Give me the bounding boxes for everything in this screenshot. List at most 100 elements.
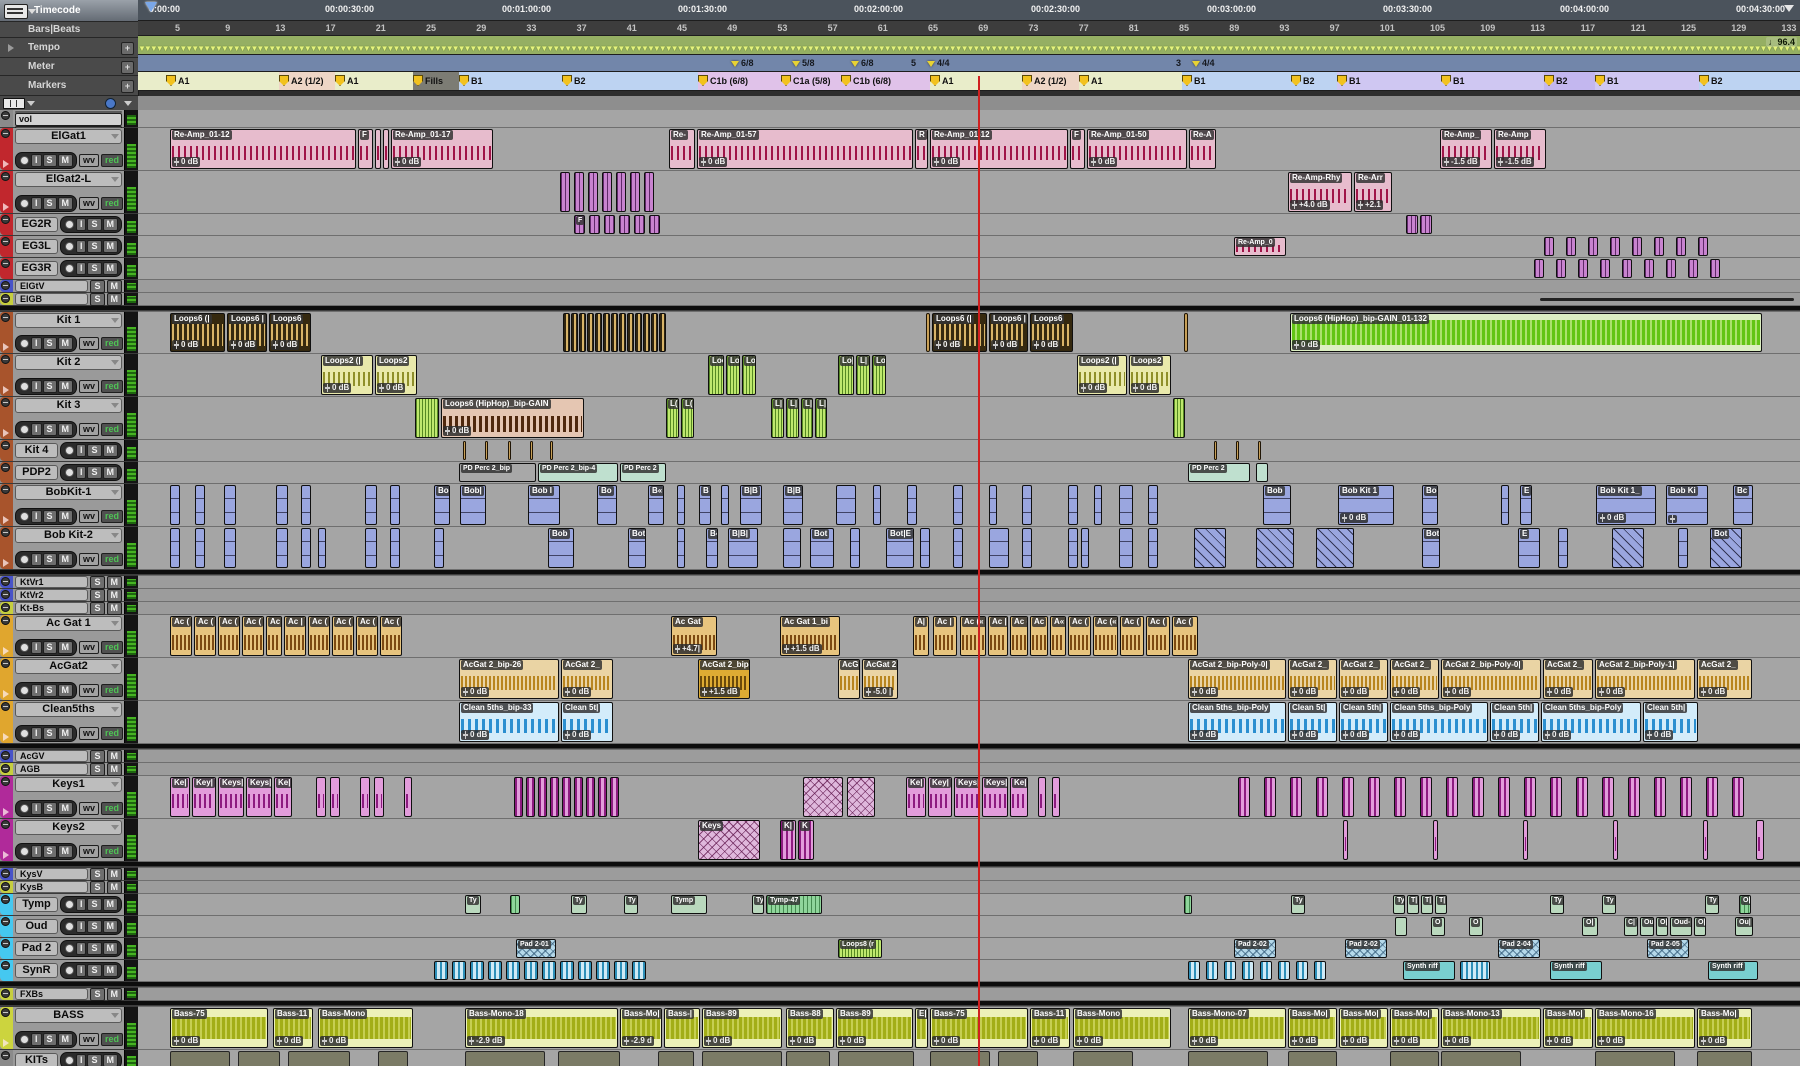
track-name[interactable]: EG3R [15,261,58,276]
track-color-strip[interactable] [0,312,13,353]
track-color-strip[interactable] [0,750,13,762]
clip-oud[interactable]: Oud-| [1670,917,1692,936]
record-enable-button[interactable] [20,847,29,856]
clip[interactable] [1206,961,1218,980]
solo-button[interactable]: S [43,641,57,654]
clip-ac[interactable]: Ac | [933,616,957,656]
clip[interactable] [330,777,340,817]
input-monitor-button[interactable]: I [31,553,42,566]
clip-ty[interactable]: Ty [624,895,638,914]
clip-acgat2[interactable]: AcGat 2_0 dB [1543,659,1593,699]
lane-oud[interactable]: OOO|C|Ou|O|Oud-|O|Ou| [138,916,1800,937]
track-collapse-icon[interactable] [1,939,10,948]
input-monitor-button[interactable]: I [31,684,42,697]
clip[interactable] [1703,820,1708,860]
clip[interactable] [1595,1051,1675,1066]
clip[interactable] [1342,777,1354,817]
lane-clean5ths[interactable]: Clean 5ths_bip-330 dBClean 5t|0 dBClean … [138,701,1800,743]
solo-button[interactable]: S [87,942,101,955]
lane-bass[interactable]: Bass-750 dBBass-110 dBBass-Mono0 dBBass-… [138,1007,1800,1049]
input-monitor-button[interactable]: I [31,337,42,350]
clip-ac[interactable]: Ac ( [380,616,402,656]
solo-button[interactable]: S [90,576,104,589]
clip[interactable] [598,777,607,817]
solo-button[interactable]: S [90,763,104,776]
solo-button[interactable]: S [87,240,101,253]
clip[interactable] [563,313,570,352]
chevron-down-icon[interactable] [28,9,36,14]
clip-bobki[interactable]: Bob Ki [1666,485,1708,525]
clip[interactable] [930,1051,990,1066]
clip[interactable] [1654,777,1666,817]
clip[interactable] [595,313,602,352]
clip[interactable] [550,777,559,817]
clip[interactable] [170,528,180,568]
marker-b1[interactable]: B1 [459,75,483,86]
marker-a1[interactable]: A1 [166,75,190,86]
meter-event[interactable]: 6/8 [731,58,754,68]
record-enable-button[interactable] [20,686,29,695]
solo-button[interactable]: S [87,444,101,457]
clip[interactable] [630,172,640,212]
clip-k[interactable]: K| [780,820,796,860]
clip-bass88[interactable]: Bass-880 dB [786,1008,834,1048]
mute-button[interactable]: M [107,988,123,1001]
clip-acg[interactable]: AcG| [838,659,860,699]
track-color-strip[interactable] [0,938,13,959]
clip-ty[interactable]: Ty [1291,895,1305,914]
lane-mmb[interactable] [138,110,1800,127]
automation-read-button[interactable]: red [101,197,123,210]
clip[interactable] [1666,259,1676,278]
marker-b2[interactable]: B2 [1544,75,1568,86]
clip-loops2[interactable]: Loops20 dB [1129,355,1171,395]
marker-b1[interactable]: B1 [1182,75,1206,86]
clip-acgat2bip26[interactable]: AcGat 2_bip-260 dB [459,659,559,699]
track-collapse-icon[interactable] [1,111,10,120]
clip[interactable] [316,777,326,817]
chevron-down-icon[interactable] [111,1013,119,1018]
meter-event[interactable]: 5 [911,58,916,68]
clip-ty[interactable]: Ty [465,895,481,914]
clip-a[interactable]: A| [913,616,929,656]
clip-acgat2[interactable]: AcGat 2_0 dB [1390,659,1439,699]
track-view-icon[interactable] [3,98,25,109]
mute-button[interactable]: M [58,154,74,167]
automation-read-button[interactable]: red [101,684,123,697]
track-name[interactable]: KtVr1 [15,576,88,588]
waveform-view-button[interactable]: wv [79,845,99,858]
clip[interactable] [579,313,586,352]
clip-ke[interactable]: Ke| [1010,777,1028,817]
clip[interactable] [596,961,610,980]
record-enable-button[interactable] [65,900,74,909]
clip-f[interactable] [589,215,600,234]
track-name[interactable]: KysV [15,868,88,880]
track-collapse-icon[interactable] [1,882,10,891]
track-name[interactable]: Keys1 [15,777,122,792]
clip[interactable] [1316,777,1328,817]
track-color-strip[interactable] [0,658,13,700]
ruler-label-tempo[interactable]: Tempo+ [0,38,138,58]
track-collapse-icon[interactable] [1,485,10,494]
ruler-label-barsbeats[interactable]: Bars|Beats [0,22,138,38]
clip-bass[interactable]: Bass-| [664,1008,700,1048]
clip[interactable] [415,398,439,438]
solo-button[interactable]: S [90,293,104,306]
mute-button[interactable]: M [58,802,74,815]
lane-eg3l[interactable]: Re-Amp_0 [138,236,1800,257]
clip[interactable] [530,441,533,460]
record-enable-button[interactable] [20,1035,29,1044]
clip-pad202[interactable]: Pad 2-02 [1345,939,1387,958]
record-arm-icon[interactable] [3,516,9,524]
clip[interactable] [578,961,592,980]
clip[interactable] [1258,441,1261,460]
clip[interactable] [1148,528,1158,568]
clip-bass11[interactable]: Bass-110 dB [273,1008,313,1048]
mute-button[interactable]: M [58,380,74,393]
marker-a212[interactable]: A2 (1/2) [1022,75,1067,86]
clip-acgat2bippoly0[interactable]: AcGat 2_bip-Poly-0|0 dB [1188,659,1286,699]
solo-button[interactable]: S [43,553,57,566]
input-monitor-button[interactable]: I [31,197,42,210]
clip[interactable] [920,528,930,568]
clip[interactable] [526,777,535,817]
clip[interactable] [1460,961,1490,980]
